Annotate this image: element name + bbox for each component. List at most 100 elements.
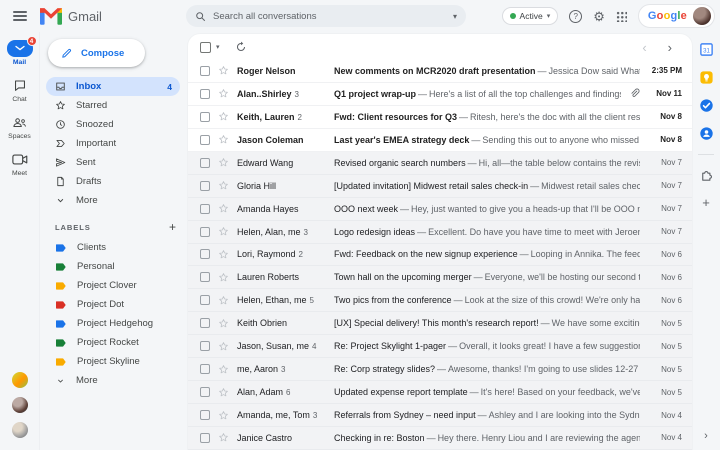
- row-checkbox[interactable]: [200, 410, 210, 421]
- row-checkbox[interactable]: [200, 272, 210, 283]
- star-toggle[interactable]: [218, 111, 229, 122]
- select-all-checkbox[interactable]: [200, 41, 211, 53]
- email-row[interactable]: Jason Coleman Last year's EMEA strategy …: [188, 128, 692, 152]
- sidebar-item-important[interactable]: Important: [40, 134, 180, 153]
- label-item-project-dot[interactable]: Project Dot: [40, 295, 188, 314]
- search-input[interactable]: Search all conversations ▾: [186, 5, 466, 27]
- row-checkbox[interactable]: [200, 387, 210, 398]
- email-row[interactable]: Lauren Roberts Town hall on the upcoming…: [188, 266, 692, 290]
- star-toggle[interactable]: [218, 432, 229, 443]
- email-row[interactable]: Gloria Hill [Updated invitation] Midwest…: [188, 174, 692, 198]
- sidebar-item-inbox[interactable]: Inbox 4: [46, 77, 180, 96]
- side-panel-calendar-button[interactable]: 31: [699, 42, 714, 57]
- label-item-project-rocket[interactable]: Project Rocket: [40, 333, 188, 352]
- star-toggle[interactable]: [218, 134, 229, 145]
- email-row[interactable]: Alan, Adam 6 Updated expense report templ…: [188, 381, 692, 405]
- email-row[interactable]: Helen, Alan, me 3 Logo redesign ideas — Exc…: [188, 220, 692, 244]
- row-checkbox[interactable]: [200, 249, 210, 260]
- star-toggle[interactable]: [218, 157, 229, 168]
- add-label-button[interactable]: +: [169, 221, 176, 233]
- sidebar-item-sent[interactable]: Sent: [40, 153, 180, 172]
- google-profile-chip[interactable]: Google: [637, 4, 715, 28]
- row-checkbox[interactable]: [200, 134, 210, 145]
- select-dropdown-icon[interactable]: ▾: [216, 43, 220, 51]
- star-toggle[interactable]: [218, 341, 229, 352]
- email-row[interactable]: Janice Castro Checking in re: Boston — Hey…: [188, 427, 692, 450]
- refresh-button[interactable]: [235, 41, 247, 53]
- star-toggle[interactable]: [218, 65, 229, 76]
- newer-page-button[interactable]: ‹: [634, 41, 654, 54]
- label-item-personal[interactable]: Personal: [40, 257, 188, 276]
- row-checkbox[interactable]: [200, 88, 210, 99]
- list-toolbar: ▾ ‹ ›: [188, 34, 692, 60]
- older-page-button[interactable]: ›: [660, 41, 680, 54]
- rail-item-spaces[interactable]: Spaces: [7, 114, 33, 140]
- row-checkbox[interactable]: [200, 203, 210, 214]
- email-row[interactable]: Keith Obrien [UX] Special delivery! This…: [188, 312, 692, 336]
- star-toggle[interactable]: [218, 295, 229, 306]
- email-row[interactable]: Amanda Hayes OOO next week — Hey, just wan…: [188, 197, 692, 221]
- unread-badge: 4: [26, 36, 37, 46]
- compose-button[interactable]: Compose: [48, 39, 145, 67]
- star-toggle[interactable]: [218, 387, 229, 398]
- help-button[interactable]: ?: [569, 9, 583, 23]
- email-row[interactable]: me, Aaron 3 Re: Corp strategy slides? — Awe…: [188, 358, 692, 382]
- row-checkbox[interactable]: [200, 432, 210, 443]
- star-toggle[interactable]: [218, 364, 229, 375]
- star-toggle[interactable]: [218, 226, 229, 237]
- sidebar-item-drafts[interactable]: Drafts: [40, 172, 180, 191]
- email-row[interactable]: Keith, Lauren 2 Fwd: Client resources for…: [188, 105, 692, 129]
- row-checkbox[interactable]: [200, 295, 210, 306]
- get-addons-plus-button[interactable]: +: [702, 196, 710, 209]
- star-toggle[interactable]: [218, 410, 229, 421]
- rail-item-chat[interactable]: Chat: [7, 77, 33, 103]
- side-panel-tasks-button[interactable]: [699, 98, 714, 113]
- chat-contact-avatar[interactable]: [11, 422, 28, 438]
- star-toggle[interactable]: [218, 88, 229, 99]
- label-item-clients[interactable]: Clients: [40, 238, 188, 257]
- email-row[interactable]: Jason, Susan, me 4 Re: Project Skylight 1…: [188, 335, 692, 359]
- row-checkbox[interactable]: [200, 226, 210, 237]
- status-selector[interactable]: Active ▾: [501, 7, 559, 25]
- sidebar-item-snoozed[interactable]: Snoozed: [40, 115, 180, 134]
- email-row[interactable]: Alan..Shirley 3 Q1 project wrap-up — Here's…: [188, 82, 692, 106]
- rail-item-meet[interactable]: Meet: [7, 151, 33, 177]
- email-row[interactable]: Edward Wang Revised organic search numbe…: [188, 151, 692, 175]
- star-toggle[interactable]: [218, 203, 229, 214]
- google-apps-button[interactable]: [615, 10, 627, 22]
- row-checkbox[interactable]: [200, 180, 210, 191]
- label-item-project-hedgehog[interactable]: Project Hedgehog: [40, 314, 188, 333]
- side-panel-keep-button[interactable]: [699, 70, 714, 85]
- sidebar-item-starred[interactable]: Starred: [40, 96, 180, 115]
- rail-item-mail[interactable]: 4 Mail: [6, 36, 37, 66]
- side-panel-addons-button[interactable]: [699, 168, 714, 183]
- email-row[interactable]: Amanda, me, Tom 3 Referrals from Sydney –…: [188, 404, 692, 427]
- row-checkbox[interactable]: [200, 341, 210, 352]
- gmail-m-icon: [40, 7, 62, 25]
- star-toggle[interactable]: [218, 180, 229, 191]
- row-checkbox[interactable]: [200, 318, 210, 329]
- star-toggle[interactable]: [218, 249, 229, 260]
- row-checkbox[interactable]: [200, 111, 210, 122]
- main-menu-button[interactable]: [0, 8, 40, 23]
- sidebar-item-more[interactable]: More: [40, 191, 180, 210]
- row-checkbox[interactable]: [200, 157, 210, 168]
- settings-button[interactable]: ⚙: [593, 10, 605, 23]
- row-checkbox[interactable]: [200, 364, 210, 375]
- chat-contact-avatar[interactable]: [11, 372, 28, 388]
- email-row[interactable]: Roger Nelson New comments on MCR2020 dra…: [188, 60, 692, 83]
- profile-avatar[interactable]: [693, 7, 711, 25]
- label-item-project-skyline[interactable]: Project Skyline: [40, 352, 188, 371]
- chat-contact-avatar[interactable]: [11, 397, 28, 413]
- star-toggle[interactable]: [218, 272, 229, 283]
- label-item-project-clover[interactable]: Project Clover: [40, 276, 188, 295]
- collapse-side-panel-button[interactable]: ›: [704, 430, 708, 442]
- label-item-more[interactable]: More: [40, 371, 188, 390]
- search-options-icon[interactable]: ▾: [453, 12, 457, 21]
- email-row[interactable]: Helen, Ethan, me 5 Two pics from the conf…: [188, 289, 692, 313]
- email-row[interactable]: Lori, Raymond 2 Fwd: Feedback on the new …: [188, 243, 692, 267]
- star-toggle[interactable]: [218, 318, 229, 329]
- row-checkbox[interactable]: [200, 65, 210, 76]
- side-panel-contacts-button[interactable]: [699, 126, 714, 141]
- spaces-icon: [12, 118, 26, 127]
